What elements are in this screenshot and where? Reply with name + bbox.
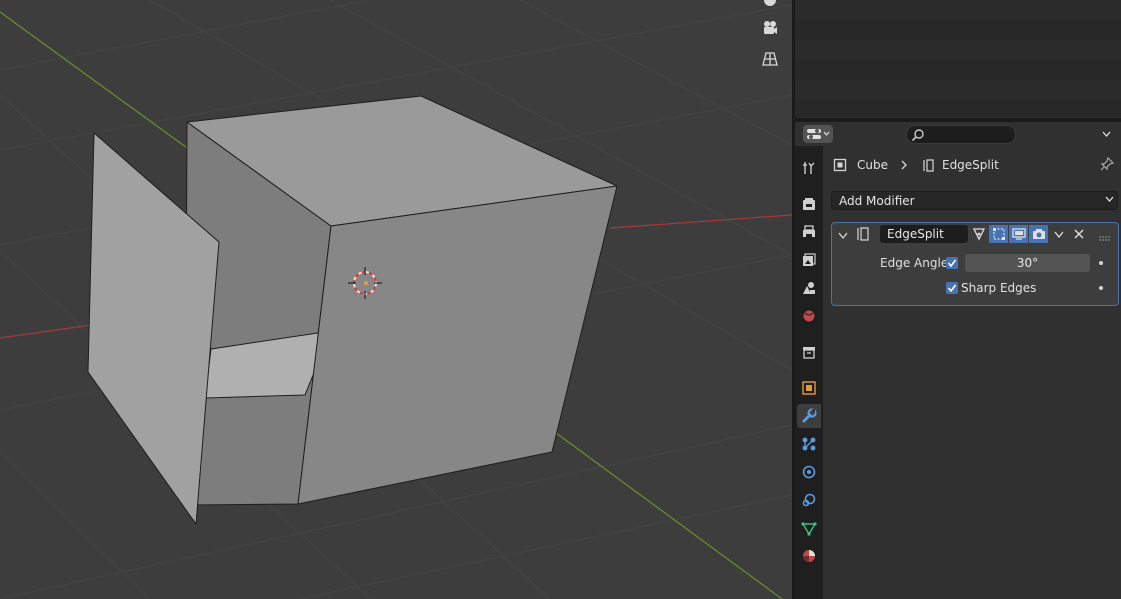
hand-pan-icon[interactable]	[758, 0, 782, 12]
checkmark-icon	[947, 284, 957, 293]
tab-modifiers[interactable]	[797, 404, 821, 428]
checkmark-icon	[947, 259, 957, 268]
object-mode-icon	[833, 158, 847, 172]
breadcrumb: Cube EdgeSplit	[833, 155, 999, 175]
outliner-area[interactable]	[795, 0, 1121, 118]
chevron-right-icon	[901, 160, 907, 170]
modifier-menu-button[interactable]	[1049, 225, 1068, 243]
tab-physics[interactable]	[797, 460, 821, 484]
monitor-icon	[1011, 228, 1026, 240]
editor-type-button[interactable]	[803, 125, 833, 143]
camera-icon	[1032, 229, 1045, 239]
modifier-panel-edgesplit: EdgeSplit Edge Angle 30° Sharp Edges	[831, 222, 1119, 306]
edit-mode-icon	[992, 228, 1005, 240]
mesh-data-icon	[801, 522, 817, 536]
edgesplit-modifier-icon	[854, 226, 870, 245]
properties-tab-bar	[795, 146, 823, 599]
perspective-grid-icon[interactable]	[758, 47, 782, 71]
modifier-icon	[802, 408, 817, 423]
keyframe-dot[interactable]	[1099, 261, 1103, 265]
scene-icon	[803, 282, 815, 294]
modifier-name-field[interactable]: EdgeSplit	[880, 225, 968, 243]
output-icon	[803, 225, 815, 238]
tab-scene[interactable]	[797, 276, 821, 300]
y-axis-line-lower	[551, 429, 783, 599]
collapse-toggle[interactable]	[838, 229, 848, 243]
viewport-display-toggle[interactable]	[1009, 225, 1028, 243]
tab-material[interactable]	[797, 544, 821, 568]
tab-tool[interactable]	[797, 156, 821, 180]
render-icon	[803, 198, 815, 210]
breadcrumb-modifier: EdgeSplit	[941, 158, 999, 172]
chevron-down-icon	[1105, 196, 1114, 202]
view-layer-icon	[803, 253, 816, 266]
camera-view-icon[interactable]	[758, 16, 782, 40]
tool-icon	[803, 162, 815, 174]
viewport-scene	[0, 0, 792, 599]
options-dropdown-button[interactable]	[1097, 125, 1115, 143]
3d-viewport[interactable]	[0, 0, 792, 599]
add-modifier-label: Add Modifier	[839, 193, 915, 208]
chevron-down-icon	[1102, 131, 1110, 137]
pin-icon[interactable]	[1099, 156, 1115, 175]
x-axis-line-right	[609, 214, 792, 229]
chevron-down-icon	[823, 131, 830, 136]
tab-output[interactable]	[797, 220, 821, 244]
properties-header	[795, 122, 1121, 146]
physics-icon	[802, 465, 816, 479]
particles-icon	[802, 437, 816, 451]
tab-particles[interactable]	[797, 432, 821, 456]
world-icon	[802, 309, 816, 323]
object-icon	[802, 381, 816, 395]
constraints-icon	[802, 493, 816, 507]
properties-main: Cube EdgeSplit Add Modifier EdgeSplit Ed…	[823, 146, 1121, 599]
breadcrumb-object: Cube	[857, 158, 888, 172]
vertex-triangle-icon	[972, 228, 985, 241]
sharp-edges-label: Sharp Edges	[961, 281, 1037, 295]
y-axis-line	[0, 11, 191, 151]
search-icon	[911, 129, 924, 142]
drag-handle-icon[interactable]	[1099, 231, 1111, 245]
collection-icon	[803, 347, 815, 359]
close-icon	[1074, 229, 1083, 239]
tab-view-layer[interactable]	[797, 248, 821, 272]
search-input[interactable]	[906, 125, 1016, 144]
properties-editor-icon	[807, 129, 821, 139]
tab-object[interactable]	[797, 376, 821, 400]
sharp-edges-checkbox[interactable]	[946, 282, 958, 294]
edit-mode-toggle[interactable]	[989, 225, 1008, 243]
tab-render[interactable]	[797, 192, 821, 216]
chevron-down-icon	[838, 232, 848, 240]
edge-angle-checkbox[interactable]	[946, 257, 958, 269]
tab-constraints[interactable]	[797, 488, 821, 512]
chevron-down-icon	[1053, 231, 1064, 238]
cube-mesh[interactable]	[87, 95, 618, 525]
tab-data[interactable]	[797, 516, 821, 540]
remove-modifier-button[interactable]	[1069, 225, 1088, 243]
edit-mode-cage-toggle[interactable]	[969, 225, 988, 243]
keyframe-dot[interactable]	[1099, 286, 1103, 290]
edgesplit-modifier-icon	[923, 159, 934, 172]
tab-collection[interactable]	[797, 340, 821, 364]
tab-world[interactable]	[797, 304, 821, 328]
render-toggle[interactable]	[1029, 225, 1048, 243]
add-modifier-button[interactable]: Add Modifier	[831, 191, 1118, 210]
edge-angle-label: Edge Angle	[880, 256, 949, 270]
edge-angle-field[interactable]: 30°	[965, 254, 1090, 272]
material-icon	[803, 550, 815, 562]
